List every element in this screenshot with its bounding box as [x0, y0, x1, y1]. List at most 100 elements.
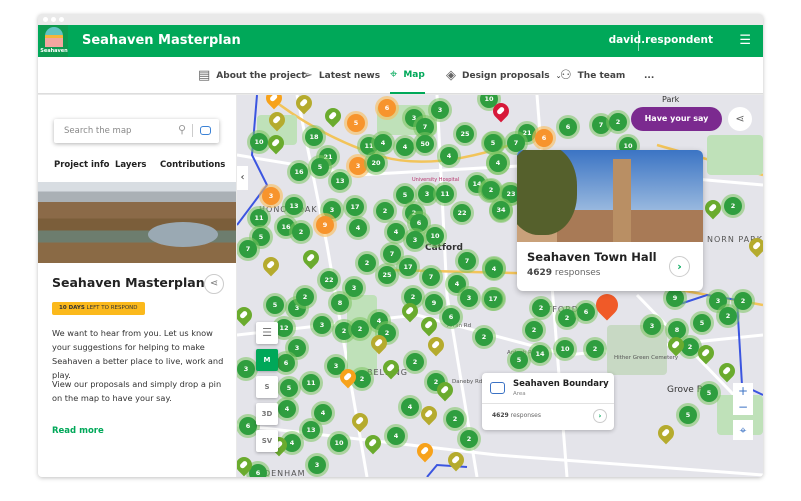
marker-cluster[interactable]: 2	[724, 197, 742, 215]
marker-cluster[interactable]: 4	[374, 134, 392, 152]
marker-cluster[interactable]: 13	[331, 172, 349, 190]
marker-cluster[interactable]: 11	[436, 185, 454, 203]
marker-cluster[interactable]: 17	[346, 198, 364, 216]
marker-cluster[interactable]: 2	[525, 321, 543, 339]
chevron-right-icon[interactable]: ›	[669, 256, 690, 277]
marker-cluster[interactable]: 6	[442, 308, 460, 326]
nav-news[interactable]: ➢ Latest news	[302, 57, 380, 94]
marker-cluster[interactable]: 10	[330, 434, 348, 452]
seahaven-logo[interactable]: Seahaven	[40, 25, 68, 57]
marker-cluster[interactable]: 16	[290, 163, 308, 181]
marker-cluster[interactable]: 2	[586, 340, 604, 358]
marker-cluster[interactable]: 2	[719, 307, 737, 325]
nav-design-proposals[interactable]: ◈ Design proposals ⌄	[446, 57, 561, 94]
map-view-m-button[interactable]: M	[256, 349, 278, 371]
marker-cluster[interactable]: 3	[313, 316, 331, 334]
marker-cluster[interactable]: 3	[431, 101, 449, 119]
marker-cluster[interactable]: 5	[679, 406, 697, 424]
marker-cluster[interactable]: 5	[700, 384, 718, 402]
marker-cluster[interactable]: 2	[482, 181, 500, 199]
zoom-out-button[interactable]: −	[733, 399, 753, 415]
marker-cluster[interactable]: 7	[416, 118, 434, 136]
marker-cluster[interactable]: 2	[609, 113, 627, 131]
marker-cluster[interactable]: 6	[378, 99, 396, 117]
marker-cluster[interactable]: 2	[475, 328, 493, 346]
marker-cluster[interactable]: 5	[693, 314, 711, 332]
marker-cluster[interactable]: 10	[426, 227, 444, 245]
marker-cluster[interactable]: 4	[387, 427, 405, 445]
marker-cluster[interactable]: 8	[331, 294, 349, 312]
search-input[interactable]: Search the map ⚲	[54, 119, 219, 143]
menu-icon[interactable]: ☰	[739, 34, 751, 47]
share-icon[interactable]: ⋖	[204, 274, 224, 294]
marker-cluster[interactable]: 34	[492, 201, 510, 219]
marker-cluster[interactable]: 2	[460, 430, 478, 448]
marker-cluster[interactable]: 7	[458, 252, 476, 270]
marker-cluster[interactable]: 2	[376, 202, 394, 220]
marker-cluster[interactable]: 2	[358, 254, 376, 272]
zoom-in-button[interactable]: +	[733, 383, 753, 399]
marker-cluster[interactable]: 7	[592, 116, 610, 134]
marker-cluster[interactable]: 4	[349, 219, 367, 237]
marker-cluster[interactable]: 7	[239, 240, 257, 258]
marker-cluster[interactable]: 5	[280, 379, 298, 397]
marker-cluster[interactable]: 4	[278, 400, 296, 418]
marker-cluster[interactable]: 25	[456, 125, 474, 143]
marker-cluster[interactable]: 3	[237, 360, 255, 378]
map-view-s-button[interactable]: S	[256, 376, 278, 398]
marker-cluster[interactable]: 4	[314, 404, 332, 422]
marker-cluster[interactable]: 5	[484, 134, 502, 152]
tab-contributions[interactable]: Contributions	[160, 160, 225, 170]
marker-cluster[interactable]: 50	[416, 135, 434, 153]
nav-team[interactable]: ⚇ The team	[560, 57, 625, 94]
list-view-button[interactable]: ☰	[256, 322, 278, 344]
marker-cluster[interactable]: 4	[489, 154, 507, 172]
have-your-say-button[interactable]: Have your say	[631, 107, 722, 131]
collapse-sidebar-button[interactable]: ‹	[237, 166, 248, 190]
tab-project-info[interactable]: Project info	[54, 160, 110, 170]
marker-cluster[interactable]: 5	[510, 351, 528, 369]
marker-cluster[interactable]: 3	[349, 157, 367, 175]
marker-cluster[interactable]: 3	[406, 231, 424, 249]
town-hall-card[interactable]: Seahaven Town Hall 4629 responses ›	[517, 150, 703, 291]
marker-cluster[interactable]: 25	[378, 266, 396, 284]
marker-cluster[interactable]: 22	[453, 204, 471, 222]
polygon-icon[interactable]	[200, 126, 211, 135]
marker-cluster[interactable]: 6	[410, 214, 428, 232]
marker-cluster[interactable]: 11	[302, 374, 320, 392]
marker-cluster[interactable]: 4	[396, 138, 414, 156]
user-name[interactable]: david.respondent	[609, 34, 713, 46]
marker-cluster[interactable]: 9	[425, 294, 443, 312]
marker-cluster[interactable]: 5	[347, 114, 365, 132]
marker-cluster[interactable]: 7	[422, 268, 440, 286]
marker-cluster[interactable]: 2	[296, 288, 314, 306]
map-view-3d-button[interactable]: 3D	[256, 403, 278, 425]
marker-cluster[interactable]: 9	[666, 289, 684, 307]
marker-cluster[interactable]: 4	[387, 223, 405, 241]
marker-cluster[interactable]: 5	[311, 158, 329, 176]
tab-layers[interactable]: Layers	[115, 160, 146, 170]
marker-cluster[interactable]: 2	[734, 292, 752, 310]
marker-cluster[interactable]: 5	[396, 186, 414, 204]
marker-cluster[interactable]: 2	[292, 223, 310, 241]
marker-cluster[interactable]: 6	[239, 417, 257, 435]
marker-cluster[interactable]: 6	[277, 354, 295, 372]
marker-cluster[interactable]: 13	[285, 197, 303, 215]
marker-cluster[interactable]: 22	[320, 271, 338, 289]
map-view-sv-button[interactable]: SV	[256, 430, 278, 452]
marker-cluster[interactable]: 4	[401, 398, 419, 416]
marker-cluster[interactable]: 13	[302, 421, 320, 439]
map-canvas[interactable]: Catford CATFORD BELLING SYDENHAM HONOR O…	[237, 95, 763, 477]
marker-cluster[interactable]: 3	[308, 456, 326, 474]
marker-cluster[interactable]: 20	[367, 154, 385, 172]
boundary-card[interactable]: Seahaven Boundary Area 4629 responses ›	[482, 373, 614, 430]
marker-cluster[interactable]: 4	[485, 260, 503, 278]
nav-map[interactable]: ⌖ Map	[390, 57, 425, 94]
chevron-right-icon[interactable]: ›	[593, 409, 607, 423]
marker-cluster[interactable]: 3	[643, 317, 661, 335]
marker-cluster[interactable]: 2	[558, 309, 576, 327]
marker-cluster[interactable]: 6	[559, 118, 577, 136]
locate-icon[interactable]: ⌖	[733, 420, 753, 440]
marker-cluster[interactable]: 2	[406, 353, 424, 371]
marker-cluster[interactable]: 2	[351, 320, 369, 338]
